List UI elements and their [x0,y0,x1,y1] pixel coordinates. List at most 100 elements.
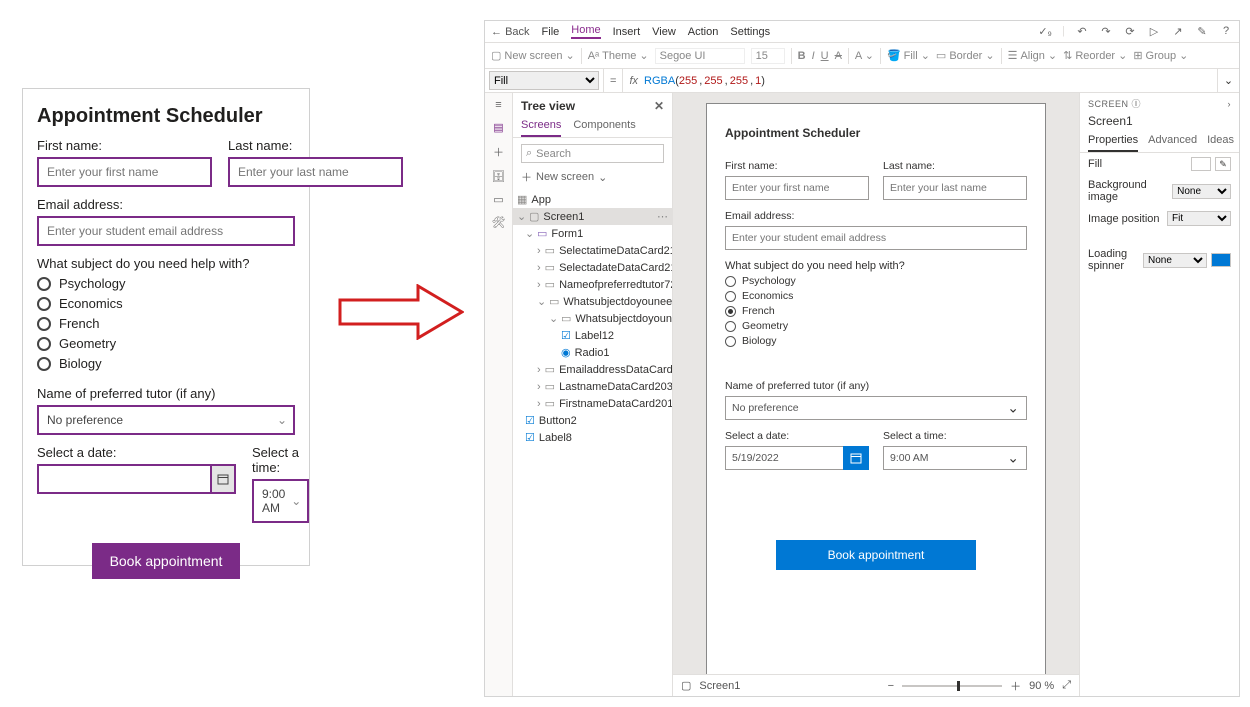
last-name-input[interactable] [228,157,403,187]
tab-advanced[interactable]: Advanced [1148,134,1197,152]
calendar-icon[interactable] [843,446,869,470]
tree-node[interactable]: ☑Button2 [513,412,672,429]
data-icon[interactable]: 🗄 [492,170,506,183]
close-icon[interactable]: ✕ [654,99,664,113]
zoom-in-icon[interactable]: ＋ [1010,678,1021,694]
tab-screens[interactable]: Screens [521,119,561,137]
menu-view[interactable]: View [652,26,676,38]
tab-components[interactable]: Components [573,119,635,137]
menu-action[interactable]: Action [688,26,719,38]
property-select[interactable]: Fill [489,71,599,90]
strike-icon[interactable]: A [835,50,842,62]
fx-icon[interactable]: fx [623,69,644,92]
tree-node[interactable]: ☑Label8 [513,429,672,446]
align-button[interactable]: ☰ Align ⌄ [1008,49,1058,62]
save-icon[interactable]: ✎ [1195,25,1209,38]
book-appointment-button[interactable]: Book appointment [776,540,976,570]
time-select[interactable]: 9:00 AM [883,446,1027,470]
subject-radio-group[interactable]: Psychology Economics French Geometry Bio… [37,276,295,371]
new-screen-button[interactable]: ▢ New screen ⌄ [491,49,575,62]
first-name-input[interactable] [37,157,212,187]
tutor-select[interactable]: No preference [725,396,1027,420]
tree-node[interactable]: ⌄▭Whatsubjectdoyouneed1124DataCard [513,293,672,310]
email-input[interactable] [725,226,1027,250]
edit-fill-icon[interactable]: ✎ [1215,157,1231,171]
zoom-out-icon[interactable]: − [888,680,894,692]
tree-search-input[interactable]: ⌕ Search [521,144,664,163]
date-input[interactable] [725,446,843,470]
bg-image-select[interactable]: None [1172,184,1231,199]
fill-button[interactable]: 🪣 Fill ⌄ [887,49,930,62]
tab-ideas[interactable]: Ideas [1207,134,1234,152]
tree-node[interactable]: ›▭SelectadateDataCard211 [513,259,672,276]
theme-button[interactable]: Aᵃ Theme ⌄ [588,49,649,62]
formula-input[interactable]: RGBA(255, 255, 255, 1) [644,69,1217,92]
insert-icon[interactable]: ＋ [493,144,504,160]
tree-node[interactable]: ⌄▭Whatsubjectdoyouneed1124Vert [513,310,672,327]
image-position-select[interactable]: Fit [1167,211,1231,226]
new-screen-button[interactable]: ＋ New screen ⌄ [521,169,664,185]
tree-node-screen1[interactable]: ⌄▢Screen1⋯ [513,208,672,225]
font-size-input[interactable]: 15 [751,48,785,64]
font-select[interactable]: Segoe UI [655,48,745,64]
redo-icon[interactable]: ↷ [1099,25,1113,38]
menu-insert[interactable]: Insert [613,26,641,38]
radio-icon [725,276,736,287]
help-icon[interactable]: ? [1219,25,1233,38]
email-input[interactable] [37,216,295,246]
tree-node[interactable]: ›▭Nameofpreferredtutor7257DataCard [513,276,672,293]
fill-swatch[interactable] [1191,157,1211,171]
first-name-input[interactable] [725,176,869,200]
tutor-select[interactable]: No preference [37,405,295,435]
breadcrumb[interactable]: Screen1 [699,680,740,692]
zoom-slider[interactable] [902,685,1002,687]
tree-node[interactable]: ☑Label12 [513,327,672,344]
radio-icon [725,321,736,332]
app-checker-icon[interactable]: ✓₉ [1038,25,1052,38]
tab-properties[interactable]: Properties [1088,134,1138,152]
last-name-input[interactable] [883,176,1027,200]
menubar: ← Back File Home Insert View Action Sett… [485,21,1239,43]
reorder-button[interactable]: ⇅ Reorder ⌄ [1063,49,1127,62]
info-icon[interactable]: ⓘ [1132,99,1142,109]
refresh-icon[interactable]: ⟳ [1123,25,1137,38]
hamburger-icon[interactable]: ≡ [495,99,501,111]
italic-icon[interactable]: I [812,50,815,62]
time-label: Select a time: [883,430,1027,442]
tree-node[interactable]: ›▭SelectatimeDataCard213 [513,242,672,259]
chevron-right-icon[interactable]: › [1228,99,1232,109]
tree-node[interactable]: ⌄▭Form1 [513,225,672,242]
media-icon[interactable]: ▭ [493,193,503,206]
share-icon[interactable]: ↗ [1171,25,1185,38]
subject-label: What subject do you need help with? [725,260,905,272]
border-button[interactable]: ▭ Border ⌄ [936,49,995,62]
expand-formula-icon[interactable]: ⌄ [1217,69,1239,92]
spinner-select[interactable]: None [1143,253,1207,268]
bold-icon[interactable]: B [798,50,806,62]
tree-node[interactable]: ›▭EmailaddressDataCard205 [513,361,672,378]
back-button[interactable]: ← Back [491,26,530,38]
group-button[interactable]: ⊞ Group ⌄ [1133,49,1188,62]
chevron-down-icon: ⌄ [1007,450,1019,467]
tree-node[interactable]: ›▭LastnameDataCard203 [513,378,672,395]
menu-file[interactable]: File [542,26,560,38]
tree-view-icon[interactable]: ▤ [493,121,503,134]
font-color-icon[interactable]: A ⌄ [855,49,874,62]
time-select[interactable]: 9:00 AM [252,479,309,523]
play-icon[interactable]: ▷ [1147,25,1161,38]
tree-node[interactable]: ◉Radio1 [513,344,672,361]
calendar-icon[interactable] [212,464,236,494]
tree-node[interactable]: ›▭FirstnameDataCard201 [513,395,672,412]
advanced-tools-icon[interactable]: 🛠 [492,216,506,229]
app-canvas[interactable]: Appointment Scheduler First name: Last n… [706,103,1046,674]
spinner-color-swatch[interactable] [1211,253,1231,267]
date-input[interactable] [37,464,212,494]
undo-icon[interactable]: ↶ [1075,25,1089,38]
subject-radio-group[interactable]: Psychology Economics French Geometry Bio… [725,275,1027,347]
menu-home[interactable]: Home [571,24,600,39]
fullscreen-icon[interactable]: ⤢ [1062,679,1071,692]
menu-settings[interactable]: Settings [730,26,770,38]
underline-icon[interactable]: U [821,50,829,62]
tree-node-app[interactable]: ▦App [513,191,672,208]
book-appointment-button[interactable]: Book appointment [92,543,241,579]
